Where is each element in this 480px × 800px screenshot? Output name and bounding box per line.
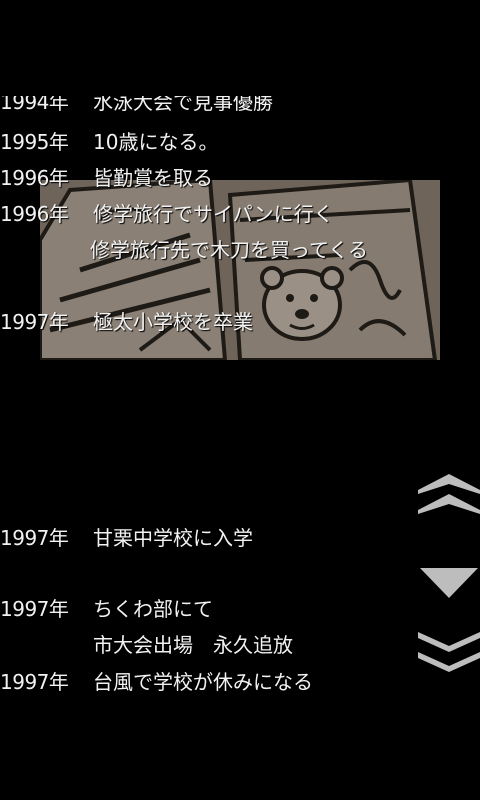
timeline-entry: 1996年 皆勤賞を取る (0, 160, 420, 196)
history-screen: 1994年 水泳大会で見事優勝 1995年 10歳になる。 1996年 皆勤賞を… (0, 0, 480, 800)
scroll-controls (418, 470, 480, 680)
entry-event: 修学旅行先で木刀を買ってくる (90, 238, 368, 262)
timeline-entry: 1997年 極太小学校を卒業 (0, 304, 420, 340)
scroll-down-button[interactable] (418, 564, 480, 604)
double-chevron-up-icon (418, 474, 480, 514)
entry-year: 1996年 (0, 202, 69, 226)
entry-event: 水泳大会で見事優勝 (93, 96, 273, 114)
entry-year: 1994年 (0, 96, 69, 114)
page-down-button[interactable] (418, 630, 480, 674)
history-timeline: 1994年 水泳大会で見事優勝 1995年 10歳になる。 1996年 皆勤賞を… (0, 0, 420, 800)
entry-event: 甘栗中学校に入学 (93, 526, 253, 550)
timeline-entry: 1996年 修学旅行でサイパンに行く (0, 196, 420, 232)
entry-event: 皆勤賞を取る (93, 166, 213, 190)
timeline-entry: 1997年 台風で学校が休みになる (0, 664, 420, 700)
entry-event: 10歳になる。 (93, 130, 219, 154)
entry-year: 1995年 (0, 130, 69, 154)
timeline-entry: 1995年 10歳になる。 (0, 124, 420, 160)
entry-event: 台風で学校が休みになる (93, 670, 313, 694)
timeline-entry: 1994年 水泳大会で見事優勝 (0, 96, 420, 116)
entry-event: 極太小学校を卒業 (93, 310, 253, 334)
entry-year: 1997年 (0, 526, 69, 550)
entry-event: 市大会出場 永久追放 (93, 633, 293, 657)
triangle-down-icon (420, 568, 478, 598)
entry-year: 1996年 (0, 166, 69, 190)
timeline-entry: 1997年 甘栗中学校に入学 (0, 520, 420, 556)
entry-year: 1997年 (0, 670, 69, 694)
timeline-entry-continuation: 市大会出場 永久追放 (0, 627, 420, 663)
entry-year: 1997年 (0, 597, 69, 621)
timeline-entry: 1997年 ちくわ部にて (0, 591, 420, 627)
page-up-button[interactable] (418, 470, 480, 516)
entry-event: 修学旅行でサイパンに行く (93, 202, 334, 226)
entry-event: ちくわ部にて (93, 597, 213, 621)
timeline-entry-continuation: 修学旅行先で木刀を買ってくる (0, 232, 420, 268)
clipped-entry-container: 1994年 水泳大会で見事優勝 (0, 96, 420, 116)
entry-year: 1997年 (0, 310, 69, 334)
double-chevron-down-icon (418, 632, 480, 672)
